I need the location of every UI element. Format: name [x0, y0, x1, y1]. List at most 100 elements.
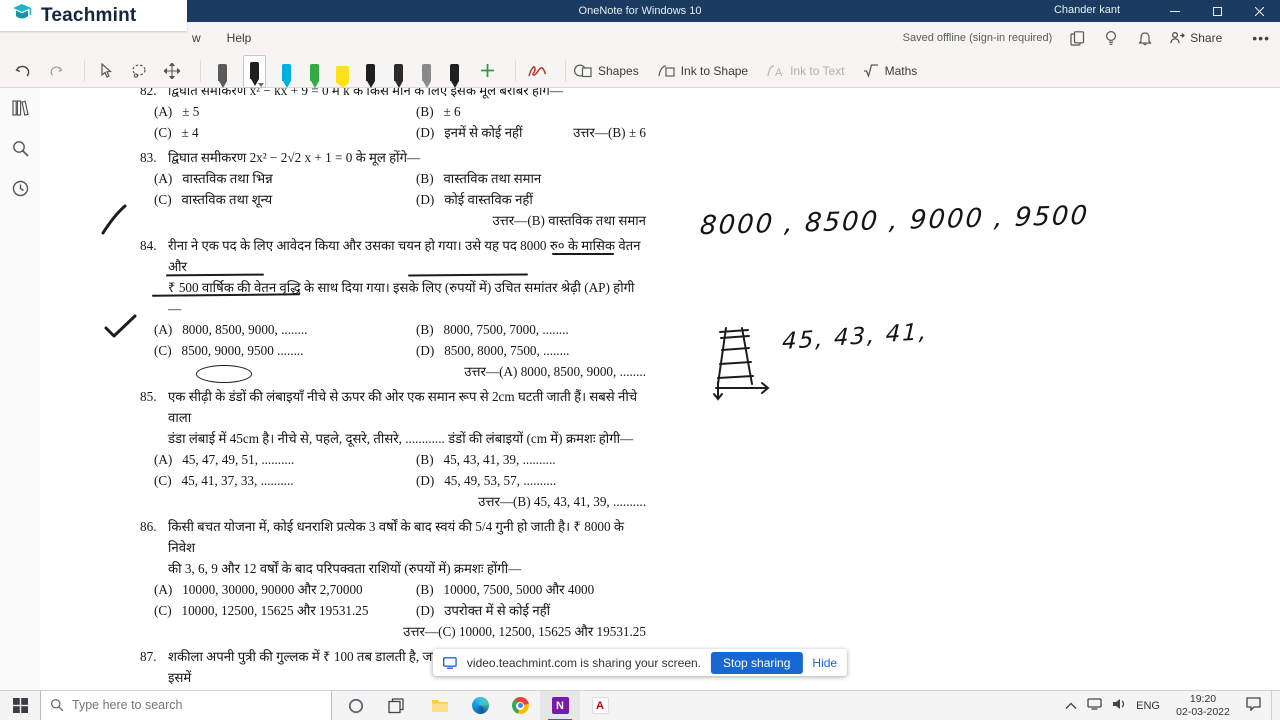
taskbar-search[interactable]: [40, 690, 332, 720]
share-button[interactable]: Share: [1170, 31, 1222, 45]
pen-gray[interactable]: [419, 58, 434, 88]
question-option: (A) ± 5: [154, 104, 200, 119]
taskbar: N A ENG 19:20 02-03-2022: [0, 690, 1280, 720]
question-text: ₹ 500 वार्षिक की वेतन वृद्धि के साथ दिया…: [168, 280, 635, 316]
add-pen-icon[interactable]: [474, 58, 500, 84]
onenote-icon[interactable]: N: [540, 690, 580, 720]
tray-display-icon[interactable]: [1087, 697, 1102, 715]
shapes-icon: [574, 64, 592, 78]
notifications-bell-icon[interactable]: [1136, 29, 1154, 47]
minimize-button[interactable]: [1154, 0, 1196, 22]
question-answer: उत्तर—(C) 10000, 12500, 15625 और 19531.2…: [403, 624, 646, 639]
menu-item-cropped[interactable]: w: [192, 31, 201, 45]
question-option: (D) उपरोक्त में से कोई नहीं: [416, 603, 551, 618]
ink-to-shape-label: Ink to Shape: [680, 63, 749, 78]
file-explorer-icon[interactable]: [420, 691, 460, 720]
ink-stroke-icon[interactable]: [524, 58, 550, 84]
pen-cyan[interactable]: [279, 58, 294, 88]
page-canvas[interactable]: 82. द्विघात समीकरण x² − kx + 9 = 0 में k …: [40, 88, 1280, 690]
clock[interactable]: 19:20 02-03-2022: [1170, 693, 1236, 719]
maths-button[interactable]: Maths: [863, 63, 918, 78]
redo-icon[interactable]: [43, 58, 69, 84]
menu-item-help[interactable]: Help: [227, 31, 252, 45]
action-center-icon[interactable]: [1246, 696, 1261, 716]
lasso-select-icon[interactable]: [126, 58, 152, 84]
pen-green[interactable]: [307, 58, 322, 88]
question-text: रीना ने एक पद के लिए आवेदन किया और उसका …: [168, 238, 641, 274]
undo-icon[interactable]: [10, 58, 36, 84]
question-answer: उत्तर—(B) वास्तविक तथा समान: [492, 213, 646, 228]
question-number: 83.: [140, 150, 157, 165]
ink-to-text-button[interactable]: A Ink to Text: [766, 63, 845, 78]
question-number: 86.: [140, 519, 157, 534]
share-banner-message: video.teachmint.com is sharing your scre…: [466, 655, 702, 670]
question-option: (D) 45, 49, 53, 57, ..........: [416, 473, 557, 488]
clock-date: 02-03-2022: [1176, 706, 1230, 718]
tray-speaker-icon[interactable]: [1112, 697, 1126, 715]
question-option: (C) ± 4: [154, 125, 199, 140]
notebooks-icon[interactable]: [10, 98, 30, 118]
recent-notes-icon[interactable]: [10, 178, 30, 198]
lightbulb-icon[interactable]: [1102, 29, 1120, 47]
ink-check-mark: [104, 314, 138, 345]
share-person-icon: [1170, 31, 1186, 44]
task-view-button[interactable]: [376, 691, 416, 720]
question-84: 84. रीना ने एक पद के लिए आवेदन किया और उस…: [140, 235, 646, 382]
start-button[interactable]: [0, 691, 40, 720]
ribbon-divider: [515, 59, 516, 82]
search-icon[interactable]: [10, 138, 30, 158]
close-button[interactable]: [1238, 0, 1280, 22]
ink-to-shape-button[interactable]: Ink to Shape: [657, 63, 748, 78]
question-option: (B) 8000, 7500, 7000, ........: [416, 322, 569, 337]
ladder-sketch: [706, 318, 776, 407]
show-desktop-button[interactable]: [1271, 691, 1276, 720]
question-answer: उत्तर—(B) 45, 43, 41, 39, ..........: [478, 494, 646, 509]
title-bar: OneNote for Windows 10 Chander kant: [0, 0, 1280, 22]
question-option: (B) 45, 43, 41, 39, ..........: [416, 452, 556, 467]
question-option: (A) 45, 47, 49, 51, ..........: [154, 452, 295, 467]
question-text: द्विघात समीकरण x² − kx + 9 = 0 में k के …: [168, 88, 563, 98]
system-tray: ENG 19:20 02-03-2022: [1065, 691, 1276, 720]
pen-dark-gray[interactable]: [215, 58, 230, 88]
maths-label: Maths: [884, 63, 918, 78]
pen-black-4[interactable]: [447, 58, 462, 88]
question-option: (A) 8000, 8500, 9000, ........: [154, 322, 308, 337]
edge-icon[interactable]: [460, 691, 500, 720]
question-number: 84.: [140, 238, 157, 253]
teachmint-logo-text: Teachmint: [41, 4, 137, 26]
cortana-button[interactable]: [336, 691, 376, 720]
feed-icon[interactable]: [1068, 29, 1086, 47]
select-tool-icon[interactable]: [93, 58, 119, 84]
question-text: डंडा लंबाई में 45cm है। नीचे से, पहले, द…: [168, 431, 634, 446]
pen-black-selected[interactable]: [243, 54, 266, 88]
question-83: 83. द्विघात समीकरण 2x² − 2√2 x + 1 = 0 के…: [140, 147, 646, 231]
pan-tool-icon[interactable]: [159, 58, 185, 84]
language-indicator[interactable]: ENG: [1136, 700, 1160, 712]
screen-share-icon: [443, 656, 457, 669]
question-option: (C) 8500, 9000, 9500 ........: [154, 343, 304, 358]
highlighter-yellow[interactable]: [335, 58, 350, 88]
ink-slash-mark: [100, 204, 128, 241]
chrome-icon[interactable]: [500, 691, 540, 720]
maximize-button[interactable]: [1196, 0, 1238, 22]
question-text: द्विघात समीकरण 2x² − 2√2 x + 1 = 0 के मू…: [168, 150, 421, 165]
question-option: (B) ± 6: [416, 104, 461, 119]
stop-sharing-button[interactable]: Stop sharing: [711, 651, 803, 674]
tray-chevron-icon[interactable]: [1065, 697, 1077, 715]
maths-icon: [863, 64, 878, 78]
question-text: की 3, 6, 9 और 12 वर्षों के बाद परिपक्वता…: [168, 561, 522, 576]
question-option: (A) वास्तविक तथा भिन्न: [154, 171, 273, 186]
hide-banner-link[interactable]: Hide: [812, 656, 837, 670]
handwriting-ap-series: 8000 , 8500 , 9000 , 9500: [698, 200, 1091, 242]
search-icon: [51, 699, 64, 712]
menu-bar: w Help Saved offline (sign-in required) …: [0, 22, 1280, 54]
ribbon-divider: [84, 59, 85, 82]
search-input[interactable]: [72, 698, 302, 712]
pen-black-2[interactable]: [363, 58, 378, 88]
pen-black-3[interactable]: [391, 58, 406, 88]
more-options-icon[interactable]: •••: [1238, 30, 1270, 46]
acrobat-icon[interactable]: A: [580, 691, 620, 720]
shapes-button[interactable]: Shapes: [574, 63, 639, 78]
ink-to-shape-icon: [658, 65, 675, 77]
teachmint-logo-icon: [10, 1, 34, 30]
